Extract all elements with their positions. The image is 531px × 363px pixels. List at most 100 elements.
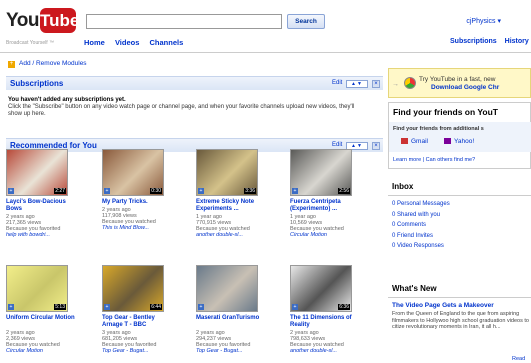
video-duration: 6:36 bbox=[338, 304, 350, 310]
chrome-download-link[interactable]: Download Google Chr bbox=[431, 84, 499, 91]
user-menu[interactable]: cjPhysics ▾ bbox=[466, 17, 501, 25]
gmail-icon bbox=[401, 138, 408, 144]
video-title[interactable]: The 11 Dimensions of Reality bbox=[290, 315, 360, 328]
video-meta: 1 year ago 10,569 views Because you watche… bbox=[290, 214, 362, 238]
add-modules-link[interactable]: + Add / Remove Modules bbox=[8, 60, 87, 68]
learn-more-link[interactable]: Learn more | Can others find me? bbox=[393, 157, 475, 163]
subscriptions-header: Subscriptions Edit ▲▼ × bbox=[6, 76, 383, 90]
add-to-quicklist-icon[interactable]: + bbox=[8, 304, 14, 310]
whats-new-headline[interactable]: The Video Page Gets a Makeover bbox=[392, 302, 494, 309]
video-meta: 2 years ago 2,369 views Because you watche… bbox=[6, 330, 78, 354]
subscriptions-link[interactable]: Subscriptions bbox=[450, 38, 497, 45]
yahoo-label: Yahoo! bbox=[454, 138, 475, 145]
logo-tube: Tube bbox=[40, 8, 79, 33]
add-to-quicklist-icon[interactable]: + bbox=[104, 304, 110, 310]
close-icon[interactable]: × bbox=[372, 142, 380, 150]
subscriptions-title[interactable]: Subscriptions bbox=[10, 79, 63, 88]
video-reason-link[interactable]: Top Gear - Bugat... bbox=[196, 348, 243, 354]
video-reason-link[interactable]: Circular Motion bbox=[290, 232, 327, 238]
inbox-item-comments[interactable]: 0 Comments bbox=[392, 220, 450, 231]
yahoo-icon bbox=[444, 138, 451, 144]
video-thumbnail[interactable]: +0:30 bbox=[102, 149, 164, 196]
find-friends-title: Find your friends on YouT bbox=[393, 107, 498, 117]
video-reason-link[interactable]: Top Gear - Bugat... bbox=[102, 348, 149, 354]
video-meta: 3 years ago 681,205 views Because you favo… bbox=[102, 330, 174, 354]
nav-home[interactable]: Home bbox=[84, 38, 105, 47]
video-title[interactable]: Uniform Circular Motion bbox=[6, 315, 76, 322]
edit-link[interactable]: Edit bbox=[332, 142, 342, 148]
video-thumbnail[interactable]: +2:27 bbox=[6, 149, 68, 196]
inbox-list: 0 Personal Messages 0 Shared with you 0 … bbox=[392, 199, 450, 252]
add-to-quicklist-icon[interactable]: + bbox=[292, 304, 298, 310]
video-meta: 2 years ago 798,633 views Because you watc… bbox=[290, 330, 362, 354]
video-duration: 2:27 bbox=[54, 188, 66, 194]
chrome-promo: → Try YouTube in a fast, new Download Go… bbox=[388, 68, 531, 98]
video-title[interactable]: Fuerza Centripeta (Experimento) ... bbox=[290, 199, 360, 212]
video-duration: 3:36 bbox=[244, 188, 256, 194]
search-input[interactable] bbox=[86, 14, 282, 29]
inbox-item-friend-invites[interactable]: 0 Friend Invites bbox=[392, 231, 450, 242]
add-to-quicklist-icon[interactable]: + bbox=[8, 188, 14, 194]
video-duration: 0:30 bbox=[150, 188, 162, 194]
whats-new-title: What's New bbox=[392, 284, 437, 293]
video-meta: 2 years ago 217,365 views Because you favo… bbox=[6, 214, 78, 238]
nav-videos[interactable]: Videos bbox=[115, 38, 139, 47]
video-title[interactable]: My Party Tricks. bbox=[102, 199, 172, 206]
video-meta: 1 year ago 770,915 views Because you watch… bbox=[196, 214, 268, 238]
find-friends-panel: Find your friends from additional s Gmai… bbox=[389, 122, 531, 152]
sidebar: → Try YouTube in a fast, new Download Go… bbox=[388, 58, 531, 363]
video-duration: 5:13 bbox=[54, 304, 66, 310]
read-more-link[interactable]: Read bbox=[512, 356, 525, 362]
move-arrows-icon[interactable]: ▲▼ bbox=[346, 80, 368, 88]
header: You Tube Broadcast Yourself ™ Search Hom… bbox=[0, 0, 531, 56]
add-to-quicklist-icon[interactable]: + bbox=[198, 304, 204, 310]
history-link[interactable]: History bbox=[505, 38, 529, 45]
video-title[interactable]: Extreme Sticky Note Experiments ... bbox=[196, 199, 266, 212]
inbox-item-shared[interactable]: 0 Shared with you bbox=[392, 210, 450, 221]
gmail-link[interactable]: Gmail bbox=[401, 138, 428, 145]
find-friends-box: Find your friends on YouT Find your frie… bbox=[388, 102, 531, 169]
video-title[interactable]: Top Gear - Bentley Arnage T - BBC bbox=[102, 315, 172, 328]
inbox-divider bbox=[388, 195, 531, 196]
video-thumbnail[interactable]: +6:44 bbox=[102, 265, 164, 312]
subscriptions-empty-title: You haven't added any subscriptions yet. bbox=[8, 97, 126, 103]
header-divider bbox=[0, 52, 531, 53]
main-nav: Home Videos Channels bbox=[84, 38, 191, 47]
video-thumbnail[interactable]: +6:36 bbox=[290, 265, 352, 312]
video-thumbnail[interactable]: + bbox=[196, 265, 258, 312]
video-meta: 2 years ago 294,237 views Because you favo… bbox=[196, 330, 268, 354]
add-to-quicklist-icon[interactable]: + bbox=[104, 188, 110, 194]
inbox-item-video-responses[interactable]: 0 Video Responses bbox=[392, 241, 450, 252]
video-reason-link[interactable]: help with bowdri... bbox=[6, 232, 50, 238]
search-button[interactable]: Search bbox=[287, 14, 325, 29]
add-modules-label: Add / Remove Modules bbox=[19, 60, 87, 67]
add-icon: + bbox=[8, 61, 15, 68]
promo-arrow-icon: → bbox=[392, 81, 399, 88]
youtube-logo[interactable]: You Tube bbox=[6, 8, 79, 36]
video-thumbnail[interactable]: +3:36 bbox=[196, 149, 258, 196]
video-title[interactable]: Maserati GranTurismo bbox=[196, 315, 266, 322]
video-thumbnail[interactable]: +2:56 bbox=[290, 149, 352, 196]
add-to-quicklist-icon[interactable]: + bbox=[292, 188, 298, 194]
video-reason-link[interactable]: another double-sl... bbox=[196, 232, 243, 238]
video-reason-link[interactable]: This is Mind Blow... bbox=[102, 225, 149, 231]
yahoo-link[interactable]: Yahoo! bbox=[444, 138, 474, 145]
chrome-promo-text: Try YouTube in a fast, new bbox=[419, 76, 496, 83]
video-reason-link[interactable]: another double-sl... bbox=[290, 348, 337, 354]
close-icon[interactable]: × bbox=[372, 80, 380, 88]
add-to-quicklist-icon[interactable]: + bbox=[198, 188, 204, 194]
logo-you: You bbox=[6, 10, 39, 31]
nav-channels[interactable]: Channels bbox=[150, 38, 184, 47]
find-friends-subtitle: Find your friends from additional s bbox=[393, 126, 484, 132]
video-thumbnail[interactable]: +5:13 bbox=[6, 265, 68, 312]
video-meta: 2 years ago 117,908 views Because you watc… bbox=[102, 207, 174, 231]
inbox-item-personal-messages[interactable]: 0 Personal Messages bbox=[392, 199, 450, 210]
whats-new-body: From the Queen of England to the que fro… bbox=[392, 311, 529, 330]
video-reason-link[interactable]: Circular Motion bbox=[6, 348, 43, 354]
video-duration: 6:44 bbox=[150, 304, 162, 310]
user-links: Subscriptions History bbox=[450, 38, 531, 45]
subscriptions-message: You haven't added any subscriptions yet.… bbox=[8, 97, 368, 118]
video-duration: 2:56 bbox=[338, 188, 350, 194]
video-title[interactable]: Layci's Bow-Dacious Bows bbox=[6, 199, 76, 212]
edit-link[interactable]: Edit bbox=[332, 80, 342, 86]
